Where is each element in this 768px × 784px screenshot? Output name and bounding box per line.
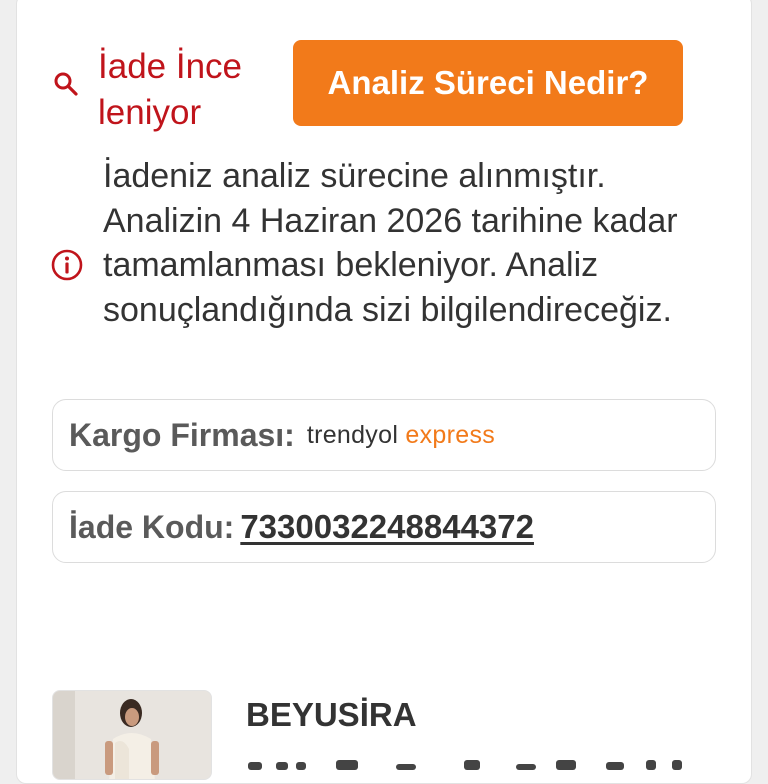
return-status-row: İade İnce leniyor Analiz Süreci Nedir? [48, 40, 688, 132]
product-image[interactable] [52, 690, 212, 780]
analysis-info-row: İadeniz analiz sürecine alınmıştır. Anal… [48, 152, 708, 382]
product-photo [53, 691, 211, 779]
return-code-label: İade Kodu: [69, 508, 235, 545]
brand-main-text: trendyol [306, 420, 399, 449]
brand-accent-text: express [405, 420, 496, 449]
trendyol-express-logo: trendyol express [307, 421, 495, 450]
cargo-company-label: Kargo Firması: [69, 416, 295, 453]
cargo-company-box: Kargo Firması: trendyol express [52, 399, 716, 471]
product-seller-name: BEYUSİRA [246, 696, 417, 733]
return-code-box: İade Kodu: 7330032248844372 [52, 491, 716, 563]
analysis-info-message: İadeniz analiz sürecine alınmıştır. Anal… [103, 157, 678, 329]
return-status-label: İade İnce leniyor [98, 47, 242, 132]
analysis-process-button[interactable]: Analiz Süreci Nedir? [293, 40, 683, 126]
info-icon [51, 249, 83, 281]
return-status-text: İade İnce leniyor [98, 44, 278, 136]
search-icon [54, 72, 78, 96]
return-code-value[interactable]: 7330032248844372 [240, 508, 534, 546]
